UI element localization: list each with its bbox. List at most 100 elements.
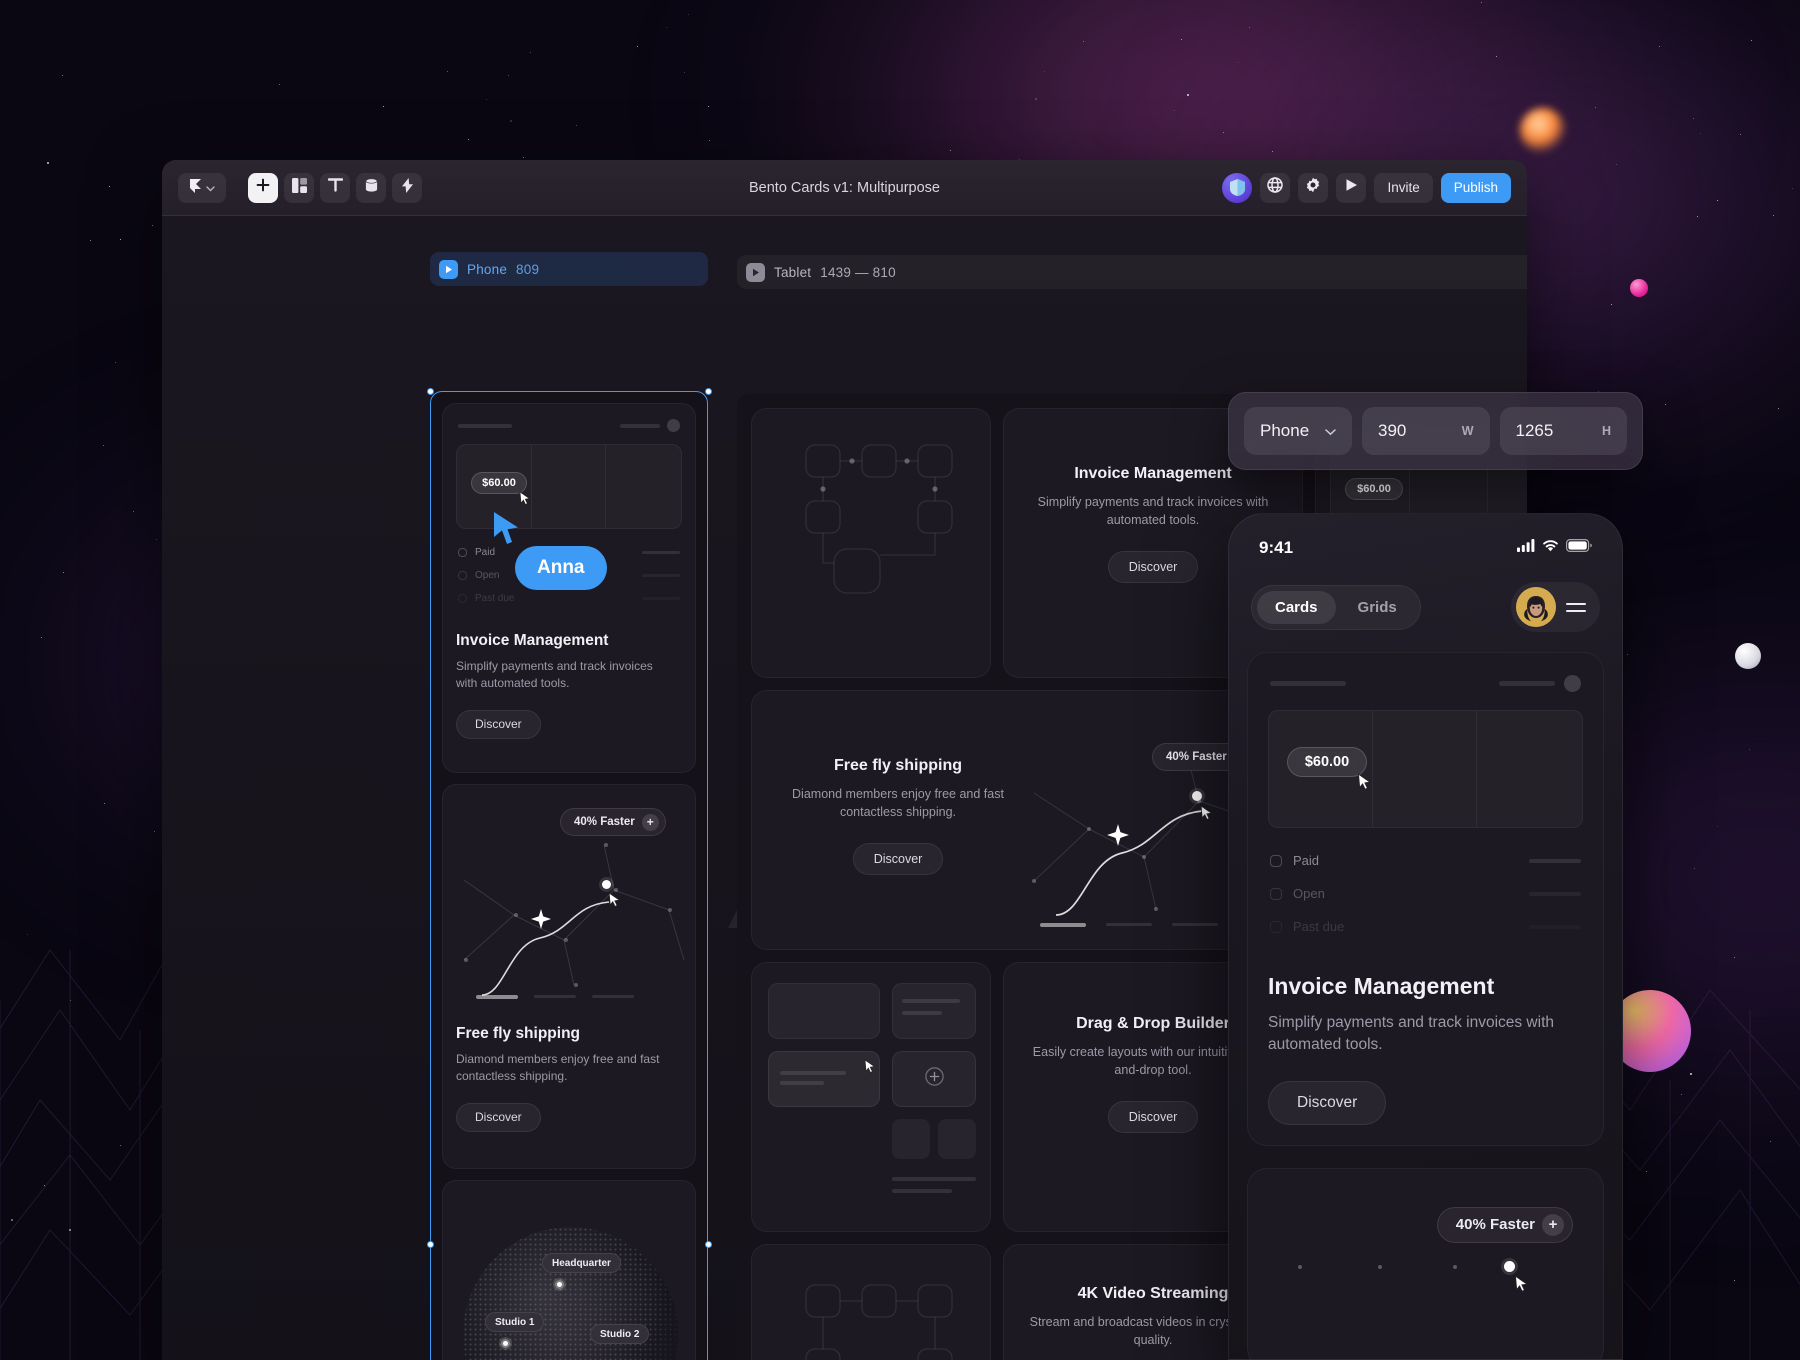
cursor-icon <box>608 892 621 908</box>
star <box>115 362 116 363</box>
star <box>152 225 153 226</box>
plus-icon[interactable]: + <box>1542 1214 1564 1236</box>
card-free-fly-shipping[interactable]: 40% Faster + Free fly shipping Diamond m… <box>442 784 696 1169</box>
hamburger-menu-icon[interactable] <box>1566 603 1586 612</box>
checkbox[interactable] <box>458 594 467 603</box>
discover-button[interactable]: Discover <box>1108 1101 1199 1133</box>
preview-domain-button[interactable] <box>1260 173 1290 203</box>
card-title: Invoice Management <box>456 632 682 650</box>
globe-icon <box>1267 177 1283 198</box>
discover-button[interactable]: Discover <box>1108 551 1199 583</box>
selection-handle[interactable] <box>705 1241 712 1248</box>
add-block-button[interactable] <box>892 1051 976 1107</box>
checkbox[interactable] <box>458 548 467 557</box>
card-body: Diamond members enjoy free and fast cont… <box>788 785 1008 821</box>
discover-button[interactable]: Discover <box>1268 1081 1386 1125</box>
card-free-fly-shipping[interactable]: Free fly shipping Diamond members enjoy … <box>751 690 1303 950</box>
cursor-icon <box>519 491 531 506</box>
layout-tool-button[interactable] <box>284 173 314 203</box>
card-node-graph-bottom[interactable] <box>751 1244 991 1360</box>
checkbox[interactable] <box>1270 855 1282 867</box>
selection-handle[interactable] <box>427 1241 434 1248</box>
frame-size-panel[interactable]: Phone 390 W 1265 H <box>1228 392 1643 470</box>
star <box>1249 27 1250 28</box>
star <box>576 125 577 126</box>
settings-button[interactable] <box>1298 173 1328 203</box>
speed-badge[interactable]: 40% Faster + <box>1437 1207 1573 1243</box>
block-placeholder <box>892 1119 930 1159</box>
text-tool-button[interactable] <box>320 173 350 203</box>
discover-button[interactable]: Discover <box>853 843 944 875</box>
star <box>523 157 524 158</box>
play-icon <box>746 263 765 282</box>
path-endpoint <box>1504 1261 1515 1272</box>
selection-handle[interactable] <box>427 388 434 395</box>
row-label: Paid <box>1293 853 1319 868</box>
status-bar: 9:41 <box>1229 514 1622 568</box>
speed-badge[interactable]: 40% Faster + <box>560 808 666 836</box>
device-preset-select[interactable]: Phone <box>1244 407 1352 455</box>
tab-group[interactable]: Cards Grids <box>1251 585 1421 630</box>
frame-label-phone[interactable]: Phone 809 <box>430 252 708 286</box>
map-pin-headquarter[interactable]: Headquarter <box>542 1253 621 1273</box>
placeholder-bar <box>902 999 960 1003</box>
star <box>1174 110 1175 111</box>
framer-logo-button[interactable] <box>178 173 226 203</box>
cellular-signal-icon <box>1517 539 1535 557</box>
placeholder-bar <box>476 995 518 999</box>
star <box>90 240 91 241</box>
card-title: Invoice Management <box>1268 973 1583 1000</box>
price-tooltip: $60.00 <box>1287 747 1367 777</box>
card-free-fly-shipping[interactable]: 40% Faster + <box>1247 1168 1604 1360</box>
discover-button[interactable]: Discover <box>456 710 541 739</box>
plus-icon[interactable]: + <box>642 814 659 831</box>
star <box>530 52 531 53</box>
checkbox[interactable] <box>458 571 467 580</box>
frame-label-tablet[interactable]: Tablet 1439 — 810 <box>737 255 1527 289</box>
star <box>1700 133 1701 134</box>
card-body: Simplify payments and track invoices wit… <box>456 658 671 693</box>
width-input[interactable]: 390 W <box>1362 407 1490 455</box>
discover-button[interactable]: Discover <box>456 1103 541 1132</box>
card-locations[interactable]: Headquarter Studio 1 Studio 2 <box>442 1180 696 1360</box>
tab-cards[interactable]: Cards <box>1257 591 1336 624</box>
node-graph-illustration <box>752 409 991 678</box>
preview-play-button[interactable] <box>1336 173 1366 203</box>
placeholder-bar <box>458 424 512 428</box>
checkbox[interactable] <box>1270 888 1282 900</box>
selection-handle[interactable] <box>705 388 712 395</box>
profile-avatar-icon[interactable] <box>1516 587 1556 627</box>
card-node-graph[interactable] <box>751 408 991 678</box>
card-title: Free fly shipping <box>456 1025 682 1043</box>
effects-tool-button[interactable] <box>392 173 422 203</box>
star <box>1773 215 1774 216</box>
card-layout-blocks[interactable] <box>751 962 991 1232</box>
invite-button[interactable]: Invite <box>1374 173 1432 203</box>
cms-tool-button[interactable] <box>356 173 386 203</box>
map-pin-studio2[interactable]: Studio 2 <box>590 1324 649 1344</box>
publish-button[interactable]: Publish <box>1441 173 1511 203</box>
card-body: Diamond members enjoy free and fast cont… <box>456 1051 671 1086</box>
star <box>684 72 685 73</box>
card-invoice-management[interactable]: $60.00 Paid Open Past <box>1247 652 1604 1146</box>
play-icon <box>1345 178 1358 197</box>
star <box>1083 41 1084 42</box>
profile-menu-group[interactable] <box>1511 582 1600 632</box>
star <box>63 572 64 573</box>
tab-grids[interactable]: Grids <box>1340 591 1415 624</box>
plus-icon <box>925 1067 944 1091</box>
speed-badge-label: 40% Faster <box>1166 751 1227 763</box>
map-pin-studio1[interactable]: Studio 1 <box>485 1312 544 1332</box>
star <box>1187 94 1189 96</box>
checkbox[interactable] <box>1270 921 1282 933</box>
path-endpoint <box>1192 791 1202 801</box>
phone-artboard[interactable]: $60.00 Paid Open <box>430 391 708 1360</box>
phone-preview-device[interactable]: 9:41 Cards Grids <box>1228 513 1623 1360</box>
toolbar-right-group: Invite Publish <box>1222 173 1511 203</box>
user-avatar-icon[interactable] <box>1222 173 1252 203</box>
frame-name: Tablet <box>774 265 811 280</box>
star <box>1238 62 1239 63</box>
height-input[interactable]: 1265 H <box>1500 407 1628 455</box>
battery-icon <box>1566 539 1592 557</box>
insert-tool-button[interactable] <box>248 173 278 203</box>
